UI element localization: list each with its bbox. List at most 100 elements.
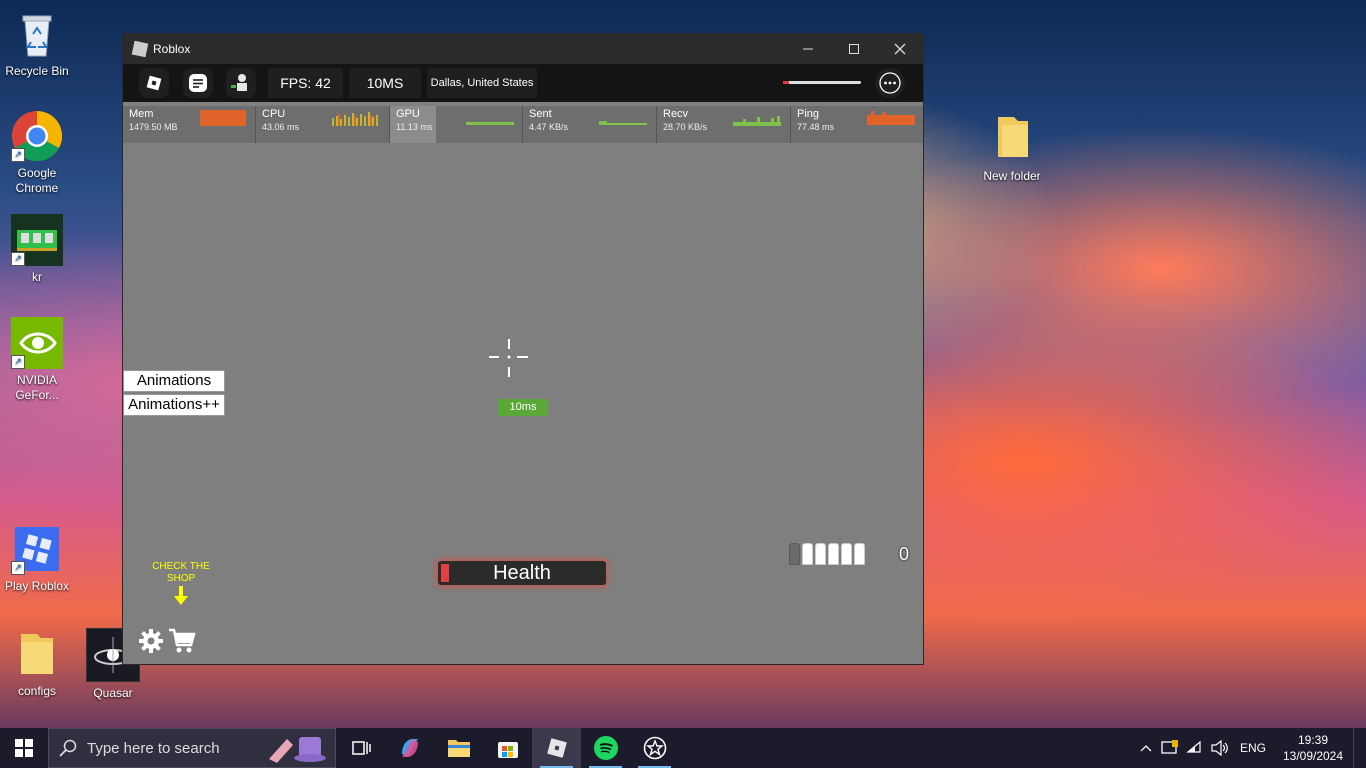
recv-graph: [733, 116, 781, 126]
shop-hint-text: CHECK THE SHOP: [152, 561, 210, 584]
maximize-icon: [849, 44, 859, 54]
stat-value: 11.13 ms: [396, 122, 433, 132]
folder-icon: [986, 113, 1038, 165]
roblox-window: Roblox FPS: 42 10MS Dallas, United State…: [123, 34, 923, 664]
stat-value: 77.48 ms: [797, 122, 835, 132]
ping-badge: 10ms: [498, 399, 548, 416]
health-bar: Health: [438, 561, 606, 585]
taskbar-microsoft-store[interactable]: [483, 728, 532, 768]
desktop-icon-kr[interactable]: ↗ kr: [0, 214, 74, 285]
stat-name: Sent: [529, 108, 552, 120]
server-location: Dallas, United States: [427, 68, 537, 98]
desktop-icon-new-folder[interactable]: New folder: [975, 113, 1049, 184]
chat-button[interactable]: [183, 68, 213, 98]
desktop-icon-label: kr: [32, 270, 42, 284]
minimize-button[interactable]: [785, 34, 831, 64]
copilot-icon: [401, 739, 418, 757]
search-highlight-icon: [269, 737, 326, 763]
taskbar-spotify[interactable]: [581, 728, 630, 768]
more-options-icon: [879, 72, 901, 94]
stat-name: Ping: [797, 108, 820, 120]
stat-name: Mem: [129, 108, 154, 120]
shortcut-arrow-icon: ↗: [11, 355, 25, 369]
desktop-icon-google-chrome[interactable]: ↗ Google Chrome: [0, 110, 74, 196]
nvidia-icon: ↗: [11, 317, 63, 369]
stat-recv[interactable]: Recv 28.70 KB/s: [657, 106, 791, 143]
roblox-logo-icon: [131, 40, 149, 58]
stat-name: GPU: [396, 108, 420, 120]
desktop-icon-label: configs: [17, 684, 57, 698]
start-button[interactable]: [0, 728, 48, 768]
shortcut-arrow-icon: ↗: [11, 252, 25, 266]
chrome-icon: ↗: [11, 110, 63, 162]
language-indicator[interactable]: ENG: [1233, 741, 1273, 755]
roblox-menu-button[interactable]: [139, 68, 169, 98]
desktop-icon-label: New folder: [983, 169, 1041, 183]
ammo-count: 0: [899, 544, 910, 564]
stat-cpu[interactable]: CPU 43.06 ms: [256, 106, 390, 143]
folder-icon: [11, 628, 63, 680]
ammo-bullet: [841, 543, 852, 565]
roblox-logo-icon: [146, 75, 162, 91]
search-box[interactable]: Type here to search: [48, 728, 336, 768]
search-placeholder: Type here to search: [87, 739, 220, 757]
ammo-bullet: [828, 543, 839, 565]
search-icon: [59, 739, 77, 757]
roblox-topbar: FPS: 42 10MS Dallas, United States: [123, 64, 923, 102]
file-explorer-icon: [447, 740, 470, 757]
task-view-button[interactable]: [336, 728, 385, 768]
mem-graph: [200, 110, 246, 126]
desktop-icon-play-roblox[interactable]: ↗ Play Roblox: [0, 523, 74, 594]
clock[interactable]: 19:39 13/09/2024: [1273, 732, 1353, 764]
show-hidden-icons-button[interactable]: [1135, 744, 1157, 752]
volume-button[interactable]: [1207, 740, 1233, 756]
clock-time: 19:39: [1297, 733, 1329, 747]
wifi-icon: [1186, 740, 1201, 753]
stat-gpu[interactable]: GPU 11.13 ms: [390, 106, 523, 143]
close-icon: [894, 43, 906, 55]
network-button[interactable]: [1183, 740, 1207, 756]
stat-mem[interactable]: Mem 1479.50 MB: [123, 106, 256, 143]
volume-slider[interactable]: [783, 81, 861, 84]
stat-value: 28.70 KB/s: [663, 122, 708, 132]
roblox-logo-icon: [546, 738, 567, 758]
latency-counter: 10MS: [349, 68, 421, 98]
ammo-bullet: [854, 543, 865, 565]
stat-ping[interactable]: Ping 77.48 ms: [791, 106, 923, 143]
sent-graph: [599, 121, 647, 125]
window-titlebar[interactable]: Roblox: [123, 34, 923, 64]
recycle-bin-icon: [11, 8, 63, 60]
maximize-button[interactable]: [831, 34, 877, 64]
crosshair-icon: [489, 339, 528, 377]
game-viewport[interactable]: Animations Animations++ 10ms Health 0 CH…: [123, 143, 923, 664]
more-options-button[interactable]: [875, 68, 905, 98]
fps-counter: FPS: 42: [268, 68, 343, 98]
system-tray: ENG 19:39 13/09/2024: [1135, 728, 1366, 768]
avatar-button[interactable]: [226, 68, 256, 98]
animations-button[interactable]: Animations: [123, 370, 225, 392]
tray-app-button[interactable]: [1157, 740, 1183, 756]
desktop-icon-nvidia[interactable]: ↗ NVIDIA GeFor...: [0, 317, 74, 403]
shopping-cart-icon[interactable]: [168, 627, 196, 655]
ram-chip-icon: ↗: [11, 214, 63, 266]
taskbar-roblox[interactable]: [532, 728, 581, 768]
show-desktop-button[interactable]: [1353, 728, 1366, 768]
gear-icon[interactable]: [138, 628, 164, 654]
animations-plus-button[interactable]: Animations++: [123, 394, 225, 416]
taskbar-star-app[interactable]: [630, 728, 679, 768]
windows-logo-icon: [15, 739, 33, 757]
alert-screen-icon: [1161, 740, 1178, 754]
cpu-graph: [332, 112, 378, 126]
arrow-down-icon: [174, 586, 188, 605]
speaker-icon: [1211, 740, 1228, 756]
stat-sent[interactable]: Sent 4.47 KB/s: [523, 106, 657, 143]
volume-slider-fill: [783, 81, 789, 84]
spotify-icon: [593, 736, 618, 760]
desktop-icon-label: Quasar: [93, 686, 133, 700]
desktop-icon-configs[interactable]: configs: [0, 628, 74, 699]
close-button[interactable]: [877, 34, 923, 64]
desktop-icon-recycle-bin[interactable]: Recycle Bin: [0, 8, 74, 79]
taskbar-file-explorer[interactable]: [434, 728, 483, 768]
gpu-graph: [466, 122, 514, 125]
taskbar-copilot[interactable]: [385, 728, 434, 768]
